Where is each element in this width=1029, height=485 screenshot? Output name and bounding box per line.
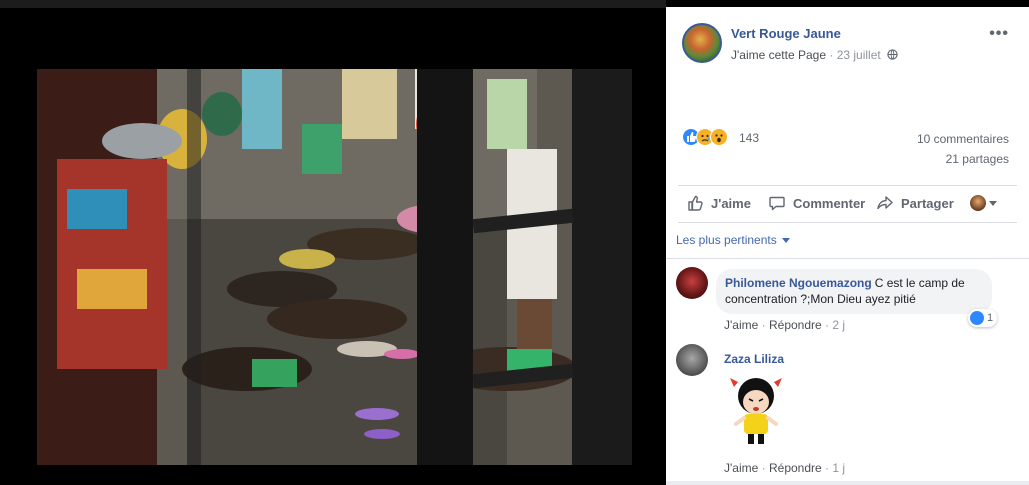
page-name-link[interactable]: Vert Rouge Jaune [731, 26, 841, 41]
thumbs-up-icon [688, 195, 703, 211]
post-as-selector[interactable] [970, 192, 997, 214]
subline-separator: · [826, 48, 837, 62]
more-options-icon[interactable]: ••• [989, 25, 1009, 43]
meta-separator: · [758, 318, 769, 332]
comment-author-link[interactable]: Zaza Liliza [724, 352, 784, 366]
divider [666, 258, 1029, 259]
comments-count-link[interactable]: 10 commentaires [917, 132, 1009, 146]
share-button[interactable]: Partager [876, 192, 954, 214]
comment-meta: J'aime · Répondre · 1 j [724, 461, 845, 475]
like-reaction-icon [970, 311, 984, 325]
share-arrow-icon [877, 196, 893, 210]
comment-sort-label: Les plus pertinents [676, 233, 777, 247]
reaction-count[interactable]: 143 [739, 131, 759, 145]
comment-author-link[interactable]: Philomene Ngouemazong [725, 276, 872, 290]
comment-button-label: Commenter [793, 195, 866, 211]
photo-illustration [37, 69, 632, 465]
viewer-top-bar [0, 0, 666, 8]
chevron-down-icon [781, 237, 790, 243]
chevron-down-icon [989, 200, 997, 206]
panel-bottom-bar [666, 481, 1029, 485]
wow-reaction-icon [710, 128, 728, 146]
comment-reply-link[interactable]: Répondre [769, 461, 822, 475]
comment-item: Zaza Liliza J'aime · Répondre · 1 j [676, 344, 1019, 475]
globe-icon [887, 49, 898, 60]
meta-separator: · [821, 318, 833, 332]
commenter-avatar[interactable] [676, 267, 708, 299]
comment-item: Philomene Ngouemazong C est le camp de co… [676, 267, 1019, 339]
comment-age[interactable]: 2 j [832, 318, 845, 332]
viewer-avatar [970, 195, 986, 211]
post-header: Vert Rouge Jaune J'aime cette Page · 23 … [666, 7, 1029, 77]
comment-sort-dropdown[interactable]: Les plus pertinents [676, 233, 790, 247]
comment-like-link[interactable]: J'aime [724, 461, 758, 475]
comment-reply-link[interactable]: Répondre [769, 318, 822, 332]
post-date[interactable]: 23 juillet [837, 48, 881, 62]
sticker-girl-icon[interactable] [724, 372, 788, 448]
meta-separator: · [758, 461, 769, 475]
post-photo[interactable] [37, 69, 632, 465]
post-subline: J'aime cette Page · 23 juillet [731, 48, 898, 62]
meta-separator: · [821, 461, 833, 475]
comment-button[interactable]: Commenter [768, 192, 865, 214]
comment-reaction-badge[interactable]: 1 [968, 309, 998, 327]
comment-like-link[interactable]: J'aime [724, 318, 758, 332]
comment-bubble: Philomene Ngouemazong C est le camp de co… [716, 269, 992, 314]
share-button-label: Partager [901, 195, 954, 211]
comment-bubble-icon [769, 196, 785, 211]
photo-viewer [0, 0, 666, 485]
action-bar: J'aime Commenter Partager [678, 185, 1017, 223]
shares-count-link[interactable]: 21 partages [946, 152, 1009, 166]
like-button[interactable]: J'aime [686, 192, 751, 214]
like-button-label: J'aime [711, 195, 751, 211]
commenter-avatar[interactable] [676, 344, 708, 376]
comment-age[interactable]: 1 j [832, 461, 845, 475]
like-page-link[interactable]: J'aime cette Page [731, 48, 826, 62]
post-panel: Vert Rouge Jaune J'aime cette Page · 23 … [666, 7, 1029, 485]
comment-reaction-count: 1 [987, 312, 994, 324]
comment-meta: J'aime · Répondre · 2 j [724, 318, 845, 332]
page-avatar[interactable] [682, 23, 722, 63]
